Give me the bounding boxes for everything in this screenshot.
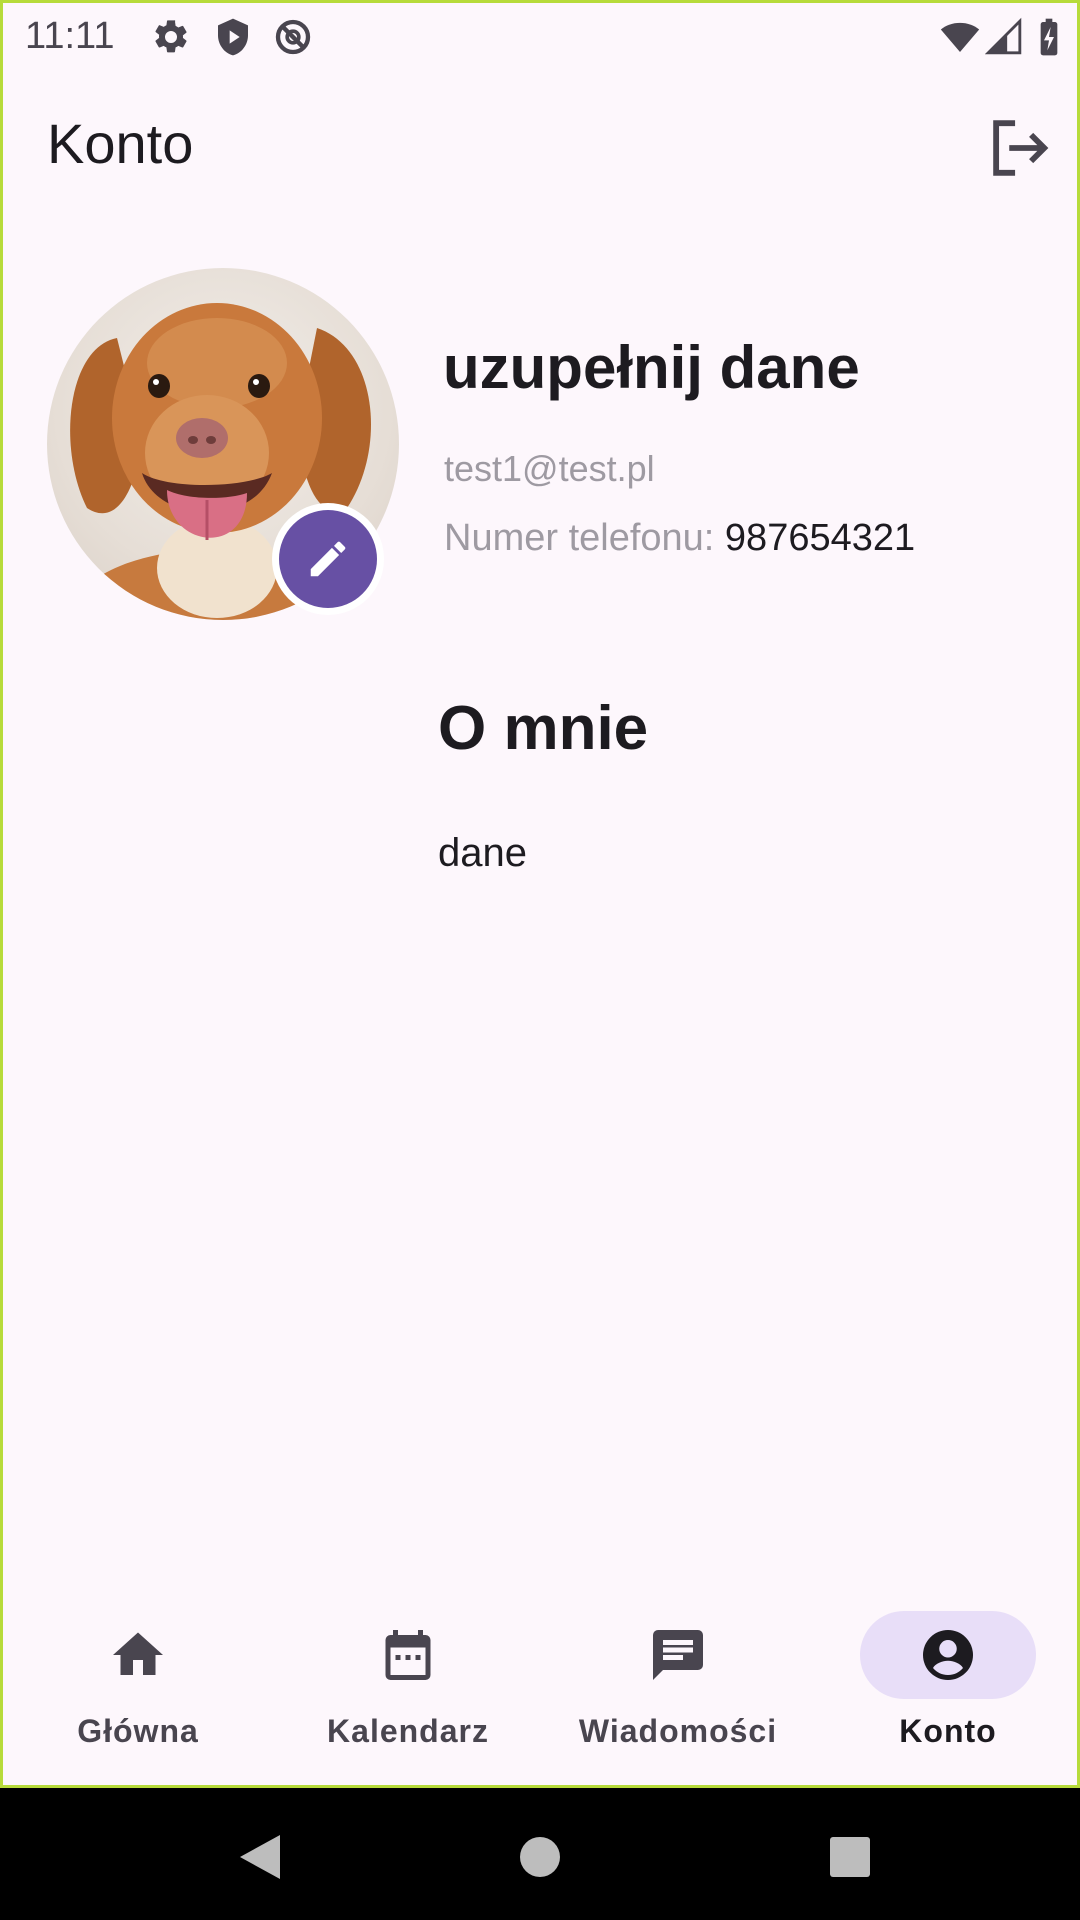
status-bar: 11:11 bbox=[3, 3, 1080, 73]
account-circle-icon bbox=[923, 1630, 973, 1680]
phone-value: 987654321 bbox=[724, 517, 916, 559]
nav-label: Główna bbox=[77, 1713, 199, 1749]
calendar-icon bbox=[385, 1630, 431, 1680]
battery-charging-icon bbox=[1040, 18, 1058, 56]
bottom-navigation: Główna Kalendarz Wiadomości Konto bbox=[3, 1583, 1080, 1783]
signal-icon bbox=[985, 17, 1022, 55]
home-circle-icon[interactable] bbox=[520, 1837, 560, 1877]
back-icon[interactable] bbox=[236, 1832, 282, 1882]
nav-item-wiadomosci[interactable]: Wiadomości bbox=[543, 1583, 813, 1783]
system-navigation-bar bbox=[0, 1788, 1080, 1920]
avatar-container bbox=[47, 268, 399, 620]
wifi-icon bbox=[940, 22, 980, 52]
nav-item-konto[interactable]: Konto bbox=[813, 1583, 1080, 1783]
shield-play-icon bbox=[218, 18, 248, 56]
home-icon bbox=[113, 1632, 163, 1675]
nav-item-kalendarz[interactable]: Kalendarz bbox=[273, 1583, 543, 1783]
settings-icon bbox=[155, 20, 187, 53]
about-text: dane bbox=[438, 831, 527, 875]
phone-label: Numer telefonu: bbox=[444, 517, 725, 559]
pencil-icon bbox=[310, 541, 346, 577]
phone-row: Numer telefonu: 987654321 bbox=[444, 517, 915, 560]
nav-label: Kalendarz bbox=[327, 1713, 489, 1749]
app-screen: 11:11 Konto uzupełnij dane test1@test.pl… bbox=[0, 0, 1080, 1788]
profile-email: test1@test.pl bbox=[444, 448, 655, 489]
logout-icon bbox=[993, 120, 1049, 176]
status-time: 11:11 bbox=[25, 15, 115, 57]
nav-item-glowna[interactable]: Główna bbox=[3, 1583, 273, 1783]
no-disturb-icon bbox=[275, 19, 311, 55]
edit-avatar-circle bbox=[279, 510, 377, 608]
about-title: O mnie bbox=[438, 694, 649, 763]
logout-button[interactable] bbox=[983, 113, 1053, 183]
edit-avatar-button[interactable] bbox=[272, 503, 384, 615]
message-icon bbox=[653, 1630, 703, 1680]
nav-label: Konto bbox=[899, 1713, 997, 1749]
profile-name: uzupełnij dane bbox=[443, 334, 860, 401]
nav-label: Wiadomości bbox=[578, 1713, 778, 1749]
page-title: Konto bbox=[47, 112, 194, 175]
recents-icon[interactable] bbox=[830, 1837, 870, 1877]
